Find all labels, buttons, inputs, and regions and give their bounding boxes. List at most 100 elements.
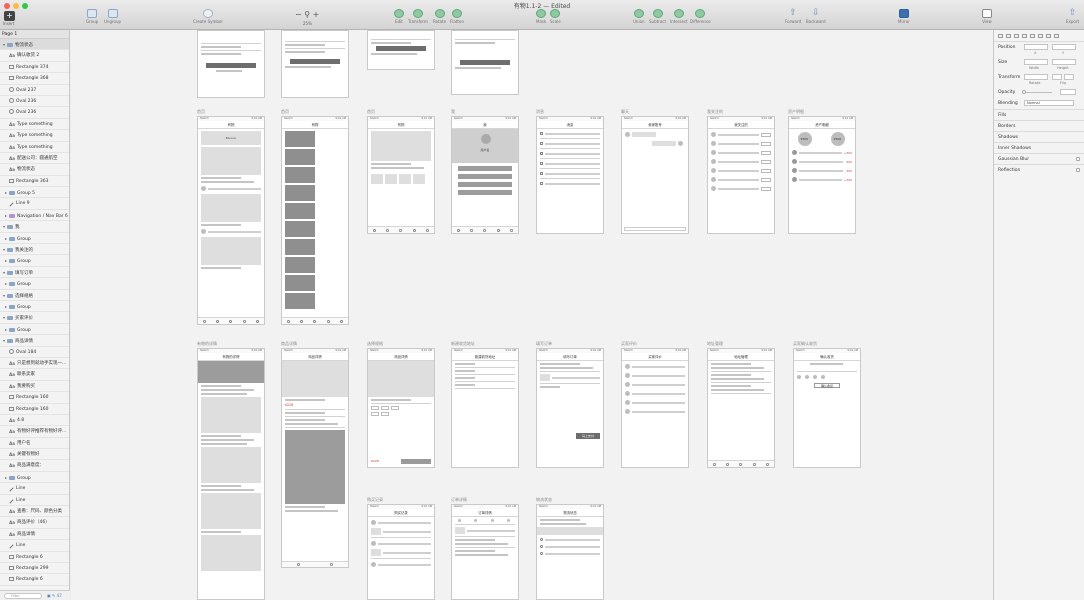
- ungroup-button[interactable]: Ungroup: [104, 9, 121, 24]
- artboard-confirm-receipt[interactable]: Sketch 9:41 AM 确认收货 确认收货: [793, 348, 861, 468]
- layer-row[interactable]: Aa 关键有物好: [0, 449, 69, 461]
- distribute-vertical-icon[interactable]: [1054, 33, 1059, 38]
- artboard-address-manage[interactable]: Sketch 9:41 AM 地址管理: [707, 348, 775, 468]
- position-y-input[interactable]: [1052, 44, 1076, 50]
- artboard-login-4[interactable]: [451, 30, 519, 95]
- layer-row[interactable]: ▾ 物流状态: [0, 39, 69, 51]
- layer-row[interactable]: Aa 用户名: [0, 438, 69, 450]
- layer-row[interactable]: ▾ 选择规格: [0, 290, 69, 301]
- layer-row[interactable]: Aa 4.8: [0, 415, 69, 427]
- layer-row[interactable]: Line: [0, 483, 69, 495]
- filter-options-icon[interactable]: ▣ ✎ 47: [47, 593, 62, 598]
- layer-row[interactable]: Aa Type something: [0, 119, 69, 131]
- confirm-receipt-button[interactable]: 确认收货: [814, 383, 840, 388]
- artboard-home-grid[interactable]: Sketch 9:41 AM 有物: [281, 116, 349, 325]
- artboard-home-list[interactable]: Sketch 9:41 AM 有物: [367, 116, 435, 234]
- layer-row[interactable]: ▸ Group 5: [0, 187, 69, 199]
- height-input[interactable]: [1052, 59, 1076, 65]
- layer-row[interactable]: ▸ Group: [0, 278, 69, 290]
- layer-row[interactable]: Aa 商品详情: [0, 529, 69, 541]
- artboard-item-detail[interactable]: Sketch 9:41 AM 有物的详情: [197, 348, 265, 600]
- artboard-following[interactable]: Sketch 9:41 AM 我关注的: [707, 116, 775, 234]
- layer-row[interactable]: Rectangle 160: [0, 392, 69, 404]
- create-symbol-button[interactable]: Create Symbol: [193, 9, 222, 24]
- artboard-new-address[interactable]: Sketch 9:41 AM 新建收货地址: [451, 348, 519, 468]
- layer-row[interactable]: Rectangle 363: [0, 176, 69, 188]
- artboard-messages[interactable]: Sketch 9:41 AM 消息: [536, 116, 604, 234]
- forward-button[interactable]: ⇧ Forward: [785, 9, 801, 25]
- layer-row[interactable]: Rectangle 160: [0, 404, 69, 415]
- align-right-icon[interactable]: [1014, 33, 1019, 38]
- canvas[interactable]: 首页 首页 首页 我 消息 聊天 我关注的 资产明细 Sketch 9:41 AM…: [71, 30, 993, 600]
- layer-row[interactable]: Aa 商品评价（46）: [0, 517, 69, 529]
- rotate-input[interactable]: [1024, 74, 1048, 80]
- artboard-login-3[interactable]: [367, 30, 435, 70]
- union-button[interactable]: Union: [633, 9, 645, 24]
- difference-button[interactable]: Difference: [690, 9, 711, 24]
- layer-row[interactable]: Aa Type something: [0, 142, 69, 153]
- layer-row[interactable]: Aa Type something: [0, 130, 69, 142]
- intersect-button[interactable]: Intersect: [670, 9, 688, 24]
- layer-row[interactable]: ▸ Navigation / Nav Bar 6: [0, 210, 69, 222]
- layer-row[interactable]: Oval 184: [0, 347, 69, 358]
- layer-row[interactable]: Aa 我要购买: [0, 381, 69, 393]
- artboard-home-feed[interactable]: Sketch 9:41 AM 有物 Banner: [197, 116, 265, 325]
- layer-row[interactable]: ▾ 买家评价: [0, 312, 69, 324]
- artboard-fill-order[interactable]: Sketch 9:41 AM 填写订单 马上支付: [536, 348, 604, 468]
- artboard-select-spec[interactable]: Sketch 9:41 AM 商品详情 ¥228: [367, 348, 435, 468]
- fills-section[interactable]: Fills: [994, 109, 1084, 120]
- zoom-out-button[interactable]: −: [295, 10, 302, 19]
- opacity-slider[interactable]: [1022, 92, 1052, 93]
- group-button[interactable]: Group: [86, 9, 98, 24]
- layer-row[interactable]: ▾ 填写订单: [0, 267, 69, 279]
- layer-row[interactable]: ▾ 我: [0, 221, 69, 233]
- layer-row[interactable]: Line 9: [0, 198, 69, 210]
- blending-select[interactable]: Normal: [1024, 100, 1074, 106]
- artboard-logistics[interactable]: Sketch 9:41 AM 物流状态: [536, 504, 604, 600]
- layer-row[interactable]: Aa 有物好评推荐有物好评...: [0, 426, 69, 438]
- distribute-horizontal-icon[interactable]: [1046, 33, 1051, 38]
- inner-shadows-section[interactable]: Inner Shadows: [994, 142, 1084, 153]
- reflection-section[interactable]: Reflection: [994, 164, 1084, 175]
- artboard-order-detail[interactable]: Sketch 9:41 AM 订单详情: [451, 504, 519, 600]
- backward-button[interactable]: ⇩ Backward: [806, 9, 826, 25]
- align-bottom-icon[interactable]: [1038, 33, 1043, 38]
- reflection-checkbox[interactable]: [1076, 168, 1080, 172]
- gaussian-blur-section[interactable]: Gaussian Blur: [994, 153, 1084, 164]
- layer-row[interactable]: Rectangle 374: [0, 62, 69, 74]
- flip-vertical-button[interactable]: [1064, 74, 1074, 80]
- transform-button[interactable]: Transform: [408, 9, 428, 24]
- flip-horizontal-button[interactable]: [1052, 74, 1062, 80]
- layer-row[interactable]: ▸ Group: [0, 301, 69, 313]
- layer-row[interactable]: Oval 236: [0, 96, 69, 108]
- artboard-login-1[interactable]: [197, 30, 265, 98]
- align-top-icon[interactable]: [1022, 33, 1027, 38]
- edit-button[interactable]: Edit: [394, 9, 404, 24]
- layer-row[interactable]: Oval 237: [0, 85, 69, 96]
- export-button[interactable]: ⇧ Export: [1066, 9, 1079, 25]
- align-left-icon[interactable]: [998, 33, 1003, 38]
- layer-filter-input[interactable]: Filter: [4, 593, 42, 599]
- layer-row[interactable]: Rectangle 368: [0, 73, 69, 85]
- mirror-button[interactable]: Mirror: [898, 9, 910, 24]
- gaussian-blur-checkbox[interactable]: [1076, 157, 1080, 161]
- layer-row[interactable]: Oval 236: [0, 107, 69, 119]
- layer-row[interactable]: Rectangle 299: [0, 563, 69, 575]
- artboard-product-detail[interactable]: Sketch 9:41 AM 商品详情 ¥228: [281, 348, 349, 568]
- layer-row[interactable]: Aa 物流状态: [0, 164, 69, 176]
- align-middle-icon[interactable]: [1030, 33, 1035, 38]
- zoom-in-button[interactable]: +: [313, 10, 320, 19]
- layer-row[interactable]: Line: [0, 495, 69, 507]
- width-input[interactable]: [1024, 59, 1048, 65]
- layer-row[interactable]: ▸ Group: [0, 472, 69, 484]
- layer-row[interactable]: ▸ Group: [0, 255, 69, 267]
- align-center-icon[interactable]: [1006, 33, 1011, 38]
- layer-row[interactable]: ▸ Group: [0, 324, 69, 336]
- view-button[interactable]: View: [982, 9, 992, 24]
- layer-row[interactable]: ▾ 我关注的: [0, 244, 69, 256]
- artboard-chat[interactable]: Sketch 9:41 AM 卖家账号: [621, 116, 689, 234]
- artboard-profile[interactable]: Sketch 9:41 AM 我 用户名: [451, 116, 519, 234]
- mask-button[interactable]: Mask: [536, 9, 546, 24]
- layer-row[interactable]: ▾ 商品详情: [0, 335, 69, 347]
- layer-row[interactable]: Aa 联系卖家: [0, 369, 69, 381]
